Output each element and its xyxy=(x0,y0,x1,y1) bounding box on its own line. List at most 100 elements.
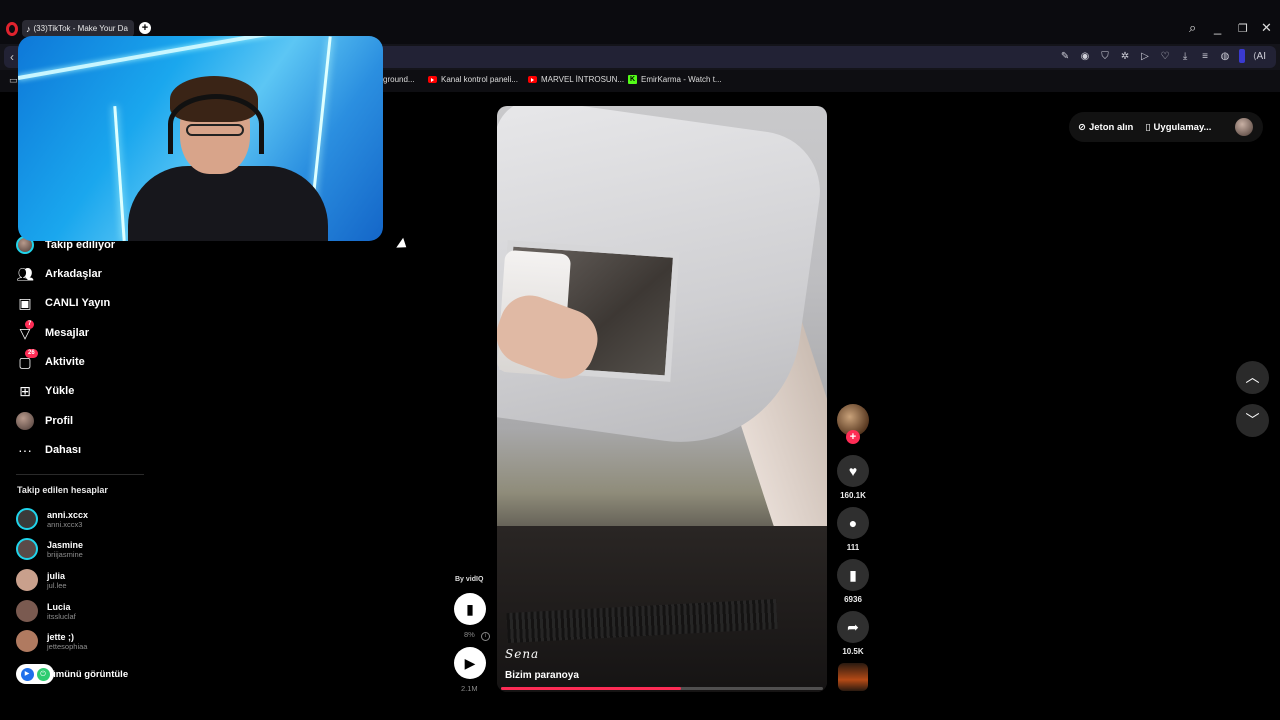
see-all-label: ümünü görüntüle xyxy=(50,668,129,680)
extension-toggle[interactable]: ▶ ⏻ xyxy=(16,664,54,684)
video-signature: Sena xyxy=(505,647,540,661)
followed-account[interactable]: Jasmine briijasmine xyxy=(16,538,83,560)
video-player[interactable]: Sena Bizim paranoya xyxy=(497,106,827,692)
sidebar-item-friends[interactable]: 👥︎ Arkadaşlar xyxy=(16,265,102,283)
music-disc[interactable] xyxy=(838,663,868,691)
previous-video-button[interactable]: ︿ xyxy=(1236,361,1269,394)
get-coins-button[interactable]: ⊘ Jeton alın xyxy=(1078,122,1133,133)
account-username: anni.xccx3 xyxy=(47,519,83,529)
like-button[interactable]: ♥ xyxy=(837,455,869,487)
ai-button[interactable]: ⟨AI xyxy=(1253,51,1266,62)
player-icon[interactable]: ▷ xyxy=(1139,51,1151,62)
webcam-overlay xyxy=(18,36,383,241)
account-username: briijasmine xyxy=(47,549,83,559)
comment-icon: ● xyxy=(848,515,858,531)
info-icon[interactable]: i xyxy=(480,632,490,641)
vidiq-label: By vidIQ xyxy=(455,576,484,583)
profile-icon[interactable]: ◍ xyxy=(1219,51,1231,62)
kick-icon: K xyxy=(628,75,637,84)
close-window-button[interactable]: ✕ xyxy=(1261,20,1272,36)
see-all-button[interactable]: ▶ ⏻ ümünü görüntüle xyxy=(16,664,128,684)
extension-a-icon: ▶ xyxy=(20,667,34,681)
bookmark-item[interactable]: Kanal kontrol paneli... xyxy=(428,75,518,84)
sidebar-divider xyxy=(16,474,144,475)
phone-icon: ▯ xyxy=(1145,121,1151,133)
bookmark-item[interactable]: K EmirKarma - Watch t... xyxy=(628,75,722,84)
followed-account[interactable]: Lucia itssluclaf xyxy=(16,600,76,622)
youtube-icon xyxy=(428,76,437,83)
bookmark-item[interactable]: ground... xyxy=(383,75,415,84)
new-tab-button[interactable]: + xyxy=(139,22,151,34)
sidebar-item-upload[interactable]: ⊞ Yükle xyxy=(16,382,74,400)
tab-tiktok[interactable]: ♪ (33)TikTok - Make Your Da xyxy=(22,20,134,37)
sidebar-item-activity[interactable]: ▢ 26 Aktivite xyxy=(16,349,85,371)
account-name: jette ;) xyxy=(47,631,74,642)
video-caption: Bizim paranoya xyxy=(505,670,579,681)
camera-icon[interactable]: ◉ xyxy=(1079,51,1091,62)
like-action: ♥ 160.1K xyxy=(837,455,869,500)
vidiq-play-button[interactable]: ▶ xyxy=(454,647,486,679)
avatar xyxy=(16,630,38,652)
avatar[interactable] xyxy=(1235,118,1253,136)
avatar xyxy=(16,538,38,560)
youtube-icon xyxy=(528,76,537,83)
account-name: Lucia xyxy=(47,601,71,612)
vidiq-stats-button[interactable]: ▮ xyxy=(454,593,486,625)
messages-badge: 7 xyxy=(25,320,35,329)
get-app-label: Uygulamay... xyxy=(1153,121,1212,133)
opera-logo-icon[interactable] xyxy=(6,22,18,36)
followed-accounts-title: Takip edilen hesaplar xyxy=(17,485,108,495)
video-progress-bar[interactable] xyxy=(501,687,823,690)
coin-icon: ⊘ xyxy=(1078,121,1086,133)
menu-icon[interactable]: ≡ xyxy=(1199,51,1211,62)
share-count: 10.5K xyxy=(842,647,864,656)
account-name: anni.xccx xyxy=(47,509,89,520)
account-name: Jasmine xyxy=(47,539,84,550)
extensions-icon[interactable]: ✲ xyxy=(1119,51,1131,62)
folder-icon[interactable]: ▭ xyxy=(9,75,18,86)
restore-button[interactable]: ❐ xyxy=(1238,22,1248,35)
shield-icon[interactable]: ⛉ xyxy=(1099,51,1111,62)
extension-b-icon: ⏻ xyxy=(36,667,50,681)
next-video-button[interactable]: ﹀ xyxy=(1236,404,1269,437)
search-tabs-icon[interactable]: ⌕ xyxy=(1189,20,1196,36)
edit-icon[interactable]: ✎ xyxy=(1059,51,1071,62)
comment-button[interactable]: ● xyxy=(837,507,869,539)
share-button[interactable]: ➦ xyxy=(837,611,869,643)
heart-icon[interactable]: ♡ xyxy=(1159,51,1171,62)
upload-icon: ⊞ xyxy=(19,383,31,399)
followed-account[interactable]: jette ;) jettesophiaa xyxy=(16,630,87,652)
activity-icon: ▢ 26 xyxy=(16,349,38,371)
sidebar-item-profile[interactable]: Profil xyxy=(16,412,73,430)
live-icon: ▣ xyxy=(18,295,32,311)
bookmark-item[interactable]: MARVEL İNTROSUN... xyxy=(528,75,624,84)
sidebar-item-label: Dahası xyxy=(45,444,82,456)
minimize-button[interactable]: _ xyxy=(1214,20,1221,35)
save-button[interactable]: ▮ xyxy=(837,559,869,591)
glasses-icon xyxy=(186,124,244,136)
bar-chart-icon: ▮ xyxy=(466,601,474,617)
vidiq-percent-value: 8% xyxy=(464,630,475,639)
follow-plus-button[interactable]: + xyxy=(846,430,860,444)
friends-icon: 👥︎ xyxy=(16,266,34,282)
avatar xyxy=(16,600,38,622)
followed-account[interactable]: julia jul.lee xyxy=(16,569,67,591)
ai-label: AI xyxy=(1256,50,1266,62)
account-name: julia xyxy=(47,570,66,581)
save-action: ▮ 6936 xyxy=(837,559,869,604)
webcam-led-strip xyxy=(18,36,314,80)
video-progress-fill xyxy=(501,687,682,690)
sidebar-item-messages[interactable]: ▽ 7 Mesajlar xyxy=(16,320,90,342)
sidebar-item-live[interactable]: ▣ CANLI Yayın xyxy=(16,294,110,312)
vidiq-percent: 8% i xyxy=(464,630,490,641)
chevron-down-icon: ﹀ xyxy=(1245,412,1260,428)
get-app-button[interactable]: ▯ Uygulamay... xyxy=(1145,122,1211,133)
back-icon[interactable]: ‹ xyxy=(10,50,14,64)
followed-account[interactable]: anni.xccx anni.xccx3 xyxy=(16,508,88,530)
account-username: jul.lee xyxy=(47,580,67,590)
download-icon[interactable]: ⤓ xyxy=(1179,51,1191,62)
toolbar-icons: ✎ ◉ ⛉ ✲ ▷ ♡ ⤓ ≡ ◍ ⟨AI xyxy=(1059,49,1266,63)
sidebar-indicator xyxy=(1239,49,1246,63)
sidebar-item-label: Mesajlar xyxy=(45,327,90,339)
sidebar-item-more[interactable]: ··· Dahası xyxy=(16,441,81,459)
